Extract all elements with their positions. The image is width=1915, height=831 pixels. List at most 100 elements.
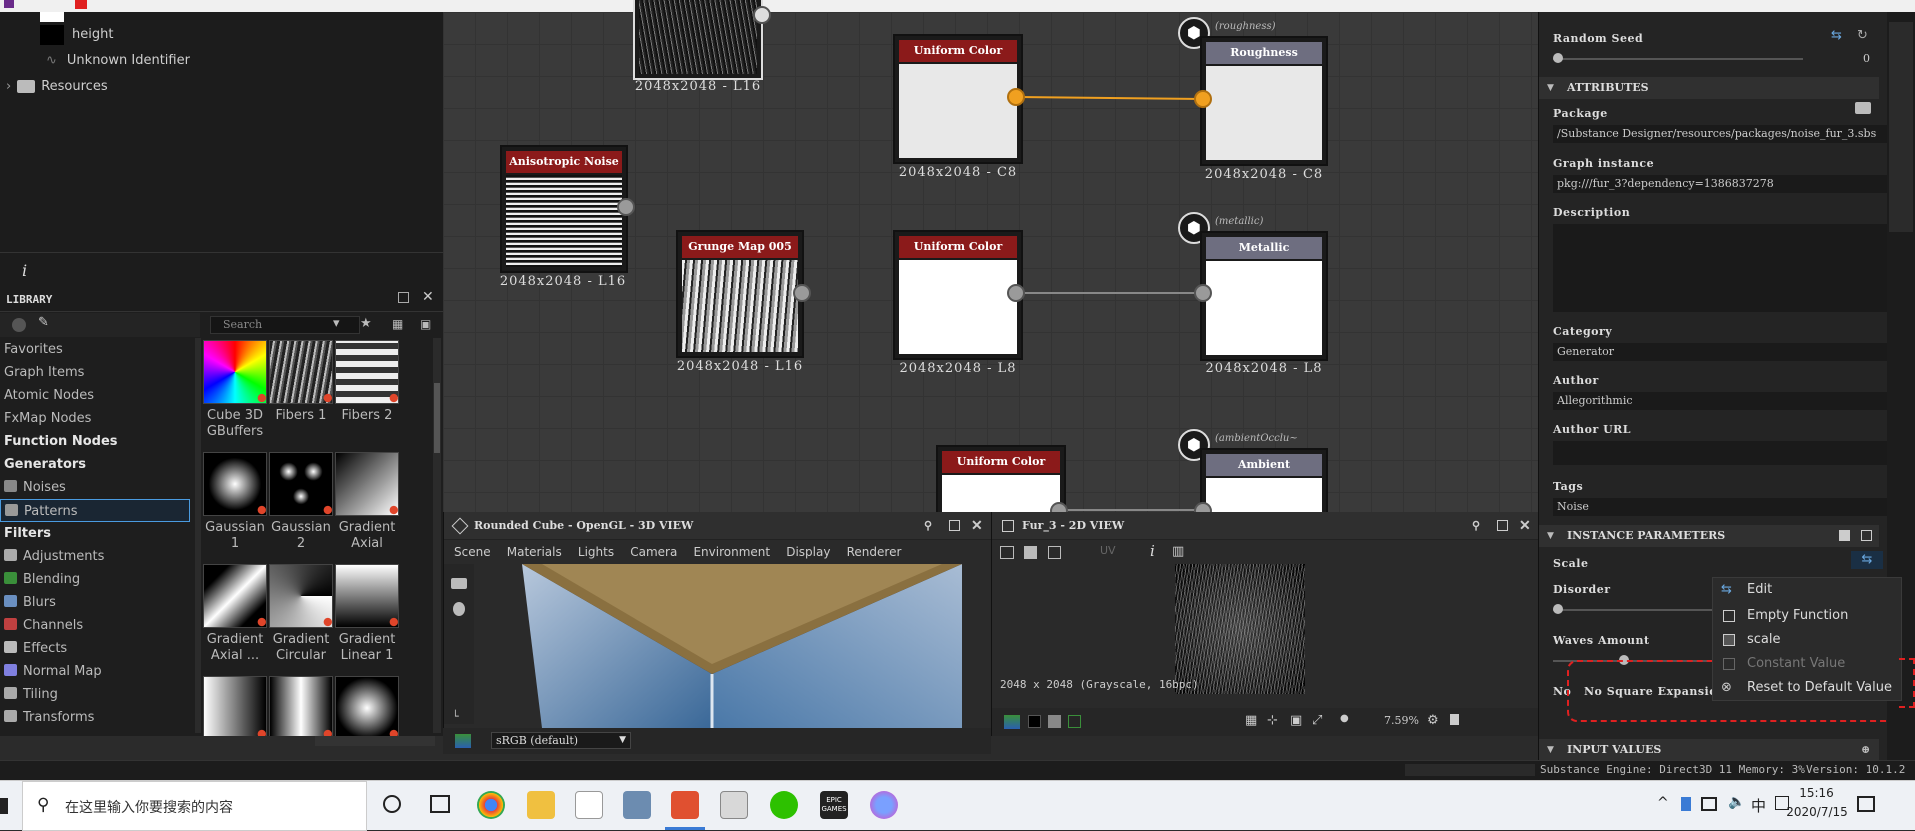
substance-designer-icon[interactable] [671, 791, 699, 819]
taskbar-search-box[interactable]: ⚲ 在这里输入你要搜索的内容 [22, 781, 367, 831]
library-category-graph-items[interactable]: Graph Items [0, 361, 190, 384]
node-metallic-input-port[interactable] [1194, 284, 1212, 302]
node-uniform-2-output-port[interactable] [1007, 284, 1025, 302]
pin-icon[interactable]: ⚲ [924, 512, 932, 540]
colorspace-select[interactable]: sRGB (default) ▼ [491, 732, 631, 749]
graph-view[interactable]: 2048x2048 - L16 Anisotropic Noise 2048x2… [443, 0, 1538, 528]
panel-icon[interactable]: ▣ [420, 317, 431, 331]
library-item-thumbnail[interactable] [335, 340, 399, 404]
chrome-icon[interactable] [477, 791, 505, 819]
add-icon[interactable]: ⊕ [1861, 739, 1870, 761]
wechat-icon[interactable] [770, 791, 798, 819]
transform-icon[interactable]: ⊹ [1267, 713, 1278, 728]
start-icon[interactable] [0, 798, 8, 814]
library-item-thumbnail[interactable] [203, 564, 267, 628]
random-seed-knob[interactable] [1553, 53, 1563, 63]
author-field[interactable]: Allegorithmic [1553, 392, 1893, 410]
histogram-icon[interactable]: ▥ [1172, 544, 1184, 559]
library-category-atomic-nodes[interactable]: Atomic Nodes [0, 384, 190, 407]
close-icon[interactable]: ✕ [971, 512, 983, 540]
library-category-function-nodes[interactable]: Function Nodes [0, 430, 190, 453]
pencil-icon[interactable]: ✎ [38, 315, 49, 330]
close-icon[interactable]: ✕ [422, 289, 434, 305]
library-category-normal-map[interactable]: Normal Map [0, 660, 190, 683]
color-swatch-icon[interactable] [75, 0, 87, 9]
zoom-level[interactable]: 7.59% [1367, 714, 1419, 727]
info-icon[interactable]: i [22, 261, 27, 280]
menu-camera[interactable]: Camera [630, 542, 677, 562]
fit-icon[interactable]: ▣ [1290, 713, 1302, 728]
app-icon[interactable] [870, 791, 898, 819]
graph-instance-field[interactable]: pkg:///fur_3?dependency=1386837278 [1553, 175, 1893, 193]
thumbnails-scrollbar[interactable] [433, 338, 441, 733]
photos-icon[interactable] [623, 791, 651, 819]
network-icon[interactable] [1701, 797, 1717, 811]
menu-display[interactable]: Display [786, 542, 830, 562]
save-icon[interactable] [1024, 546, 1037, 559]
pin-icon[interactable]: ⚲ [1472, 512, 1480, 540]
node-anisotropic-output-port[interactable] [617, 198, 635, 216]
star-add-icon[interactable]: ★ [360, 316, 372, 331]
library-category-generators[interactable]: Generators [0, 453, 190, 476]
settings-icon[interactable]: ⚙ [1427, 713, 1439, 728]
preset-icon[interactable] [1839, 530, 1850, 541]
node-fur[interactable] [633, 0, 763, 80]
ime-indicator[interactable]: 中 [1751, 795, 1766, 816]
library-item-thumbnail[interactable] [269, 564, 333, 628]
menu-item-scale[interactable]: scale [1713, 628, 1903, 652]
attributes-section-header[interactable]: ▼ ATTRIBUTES [1539, 77, 1879, 99]
typora-icon[interactable] [575, 791, 603, 819]
volume-icon[interactable]: 🔈 [1728, 794, 1745, 810]
scale-function-button[interactable]: ⇆ [1851, 551, 1883, 569]
node-roughness-output[interactable]: Roughness [1200, 36, 1328, 166]
notification-icon[interactable] [1857, 796, 1875, 812]
node-grunge-output-port[interactable] [793, 284, 811, 302]
menu-item-reset-default[interactable]: ⊗ Reset to Default Value [1713, 676, 1903, 700]
menu-renderer[interactable]: Renderer [847, 542, 902, 562]
reset-icon[interactable]: ↻ [1857, 28, 1868, 43]
library-category-filters[interactable]: Filters [0, 522, 190, 545]
node-anisotropic-noise[interactable]: Anisotropic Noise [500, 145, 628, 273]
library-category-adjustments[interactable]: Adjustments [0, 545, 190, 568]
author-url-field[interactable] [1553, 441, 1893, 465]
menu-materials[interactable]: Materials [507, 542, 562, 562]
disorder-slider[interactable] [1553, 609, 1713, 611]
library-item-thumbnail[interactable] [269, 340, 333, 404]
menu-lights[interactable]: Lights [578, 542, 614, 562]
instance-parameters-section-header[interactable]: ▼ INSTANCE PARAMETERS [1539, 525, 1879, 547]
camera-icon[interactable] [451, 578, 467, 589]
node-fur-output-port[interactable] [753, 6, 771, 24]
horizontal-scrollbar[interactable] [315, 736, 435, 746]
copy-icon[interactable] [1048, 546, 1061, 559]
explorer-item-height[interactable]: height [40, 23, 113, 47]
info-icon[interactable]: i [1150, 542, 1155, 560]
layers-icon[interactable] [1004, 715, 1020, 729]
description-field[interactable] [1553, 224, 1893, 312]
remote-desktop-icon[interactable] [720, 791, 748, 819]
float-panel-icon[interactable] [1497, 520, 1508, 531]
random-seed-slider[interactable] [1553, 58, 1803, 60]
library-item-thumbnail[interactable] [203, 676, 267, 736]
input-values-section-header[interactable]: ▼ INPUT VALUES ⊕ [1539, 739, 1879, 761]
filter-icon[interactable]: ▾ [333, 316, 340, 331]
lock-icon[interactable] [1450, 714, 1459, 725]
uv-dropdown[interactable]: UV [1100, 544, 1116, 557]
library-item-thumbnail[interactable] [269, 676, 333, 736]
menu-scene[interactable]: Scene [454, 542, 491, 562]
library-category-patterns[interactable]: Patterns [0, 499, 190, 522]
menu-environment[interactable]: Environment [693, 542, 770, 562]
float-panel-icon[interactable] [398, 292, 409, 303]
black-channel-icon[interactable] [1028, 715, 1041, 728]
file-explorer-icon[interactable] [527, 791, 555, 819]
library-category-channels[interactable]: Channels [0, 614, 190, 637]
library-category-transforms[interactable]: Transforms [0, 706, 190, 729]
close-icon[interactable]: ✕ [1519, 512, 1531, 540]
folder-icon[interactable] [1855, 102, 1871, 114]
preset-menu-icon[interactable] [1861, 530, 1872, 541]
random-seed-value[interactable]: 0 [1863, 52, 1870, 65]
menu-item-edit[interactable]: ⇆ Edit [1713, 578, 1903, 602]
rgb-icon[interactable] [1068, 715, 1081, 728]
tags-field[interactable]: Noise [1553, 498, 1893, 516]
chevron-up-icon[interactable]: ^ [1657, 795, 1669, 811]
library-item-thumbnail[interactable] [269, 452, 333, 516]
